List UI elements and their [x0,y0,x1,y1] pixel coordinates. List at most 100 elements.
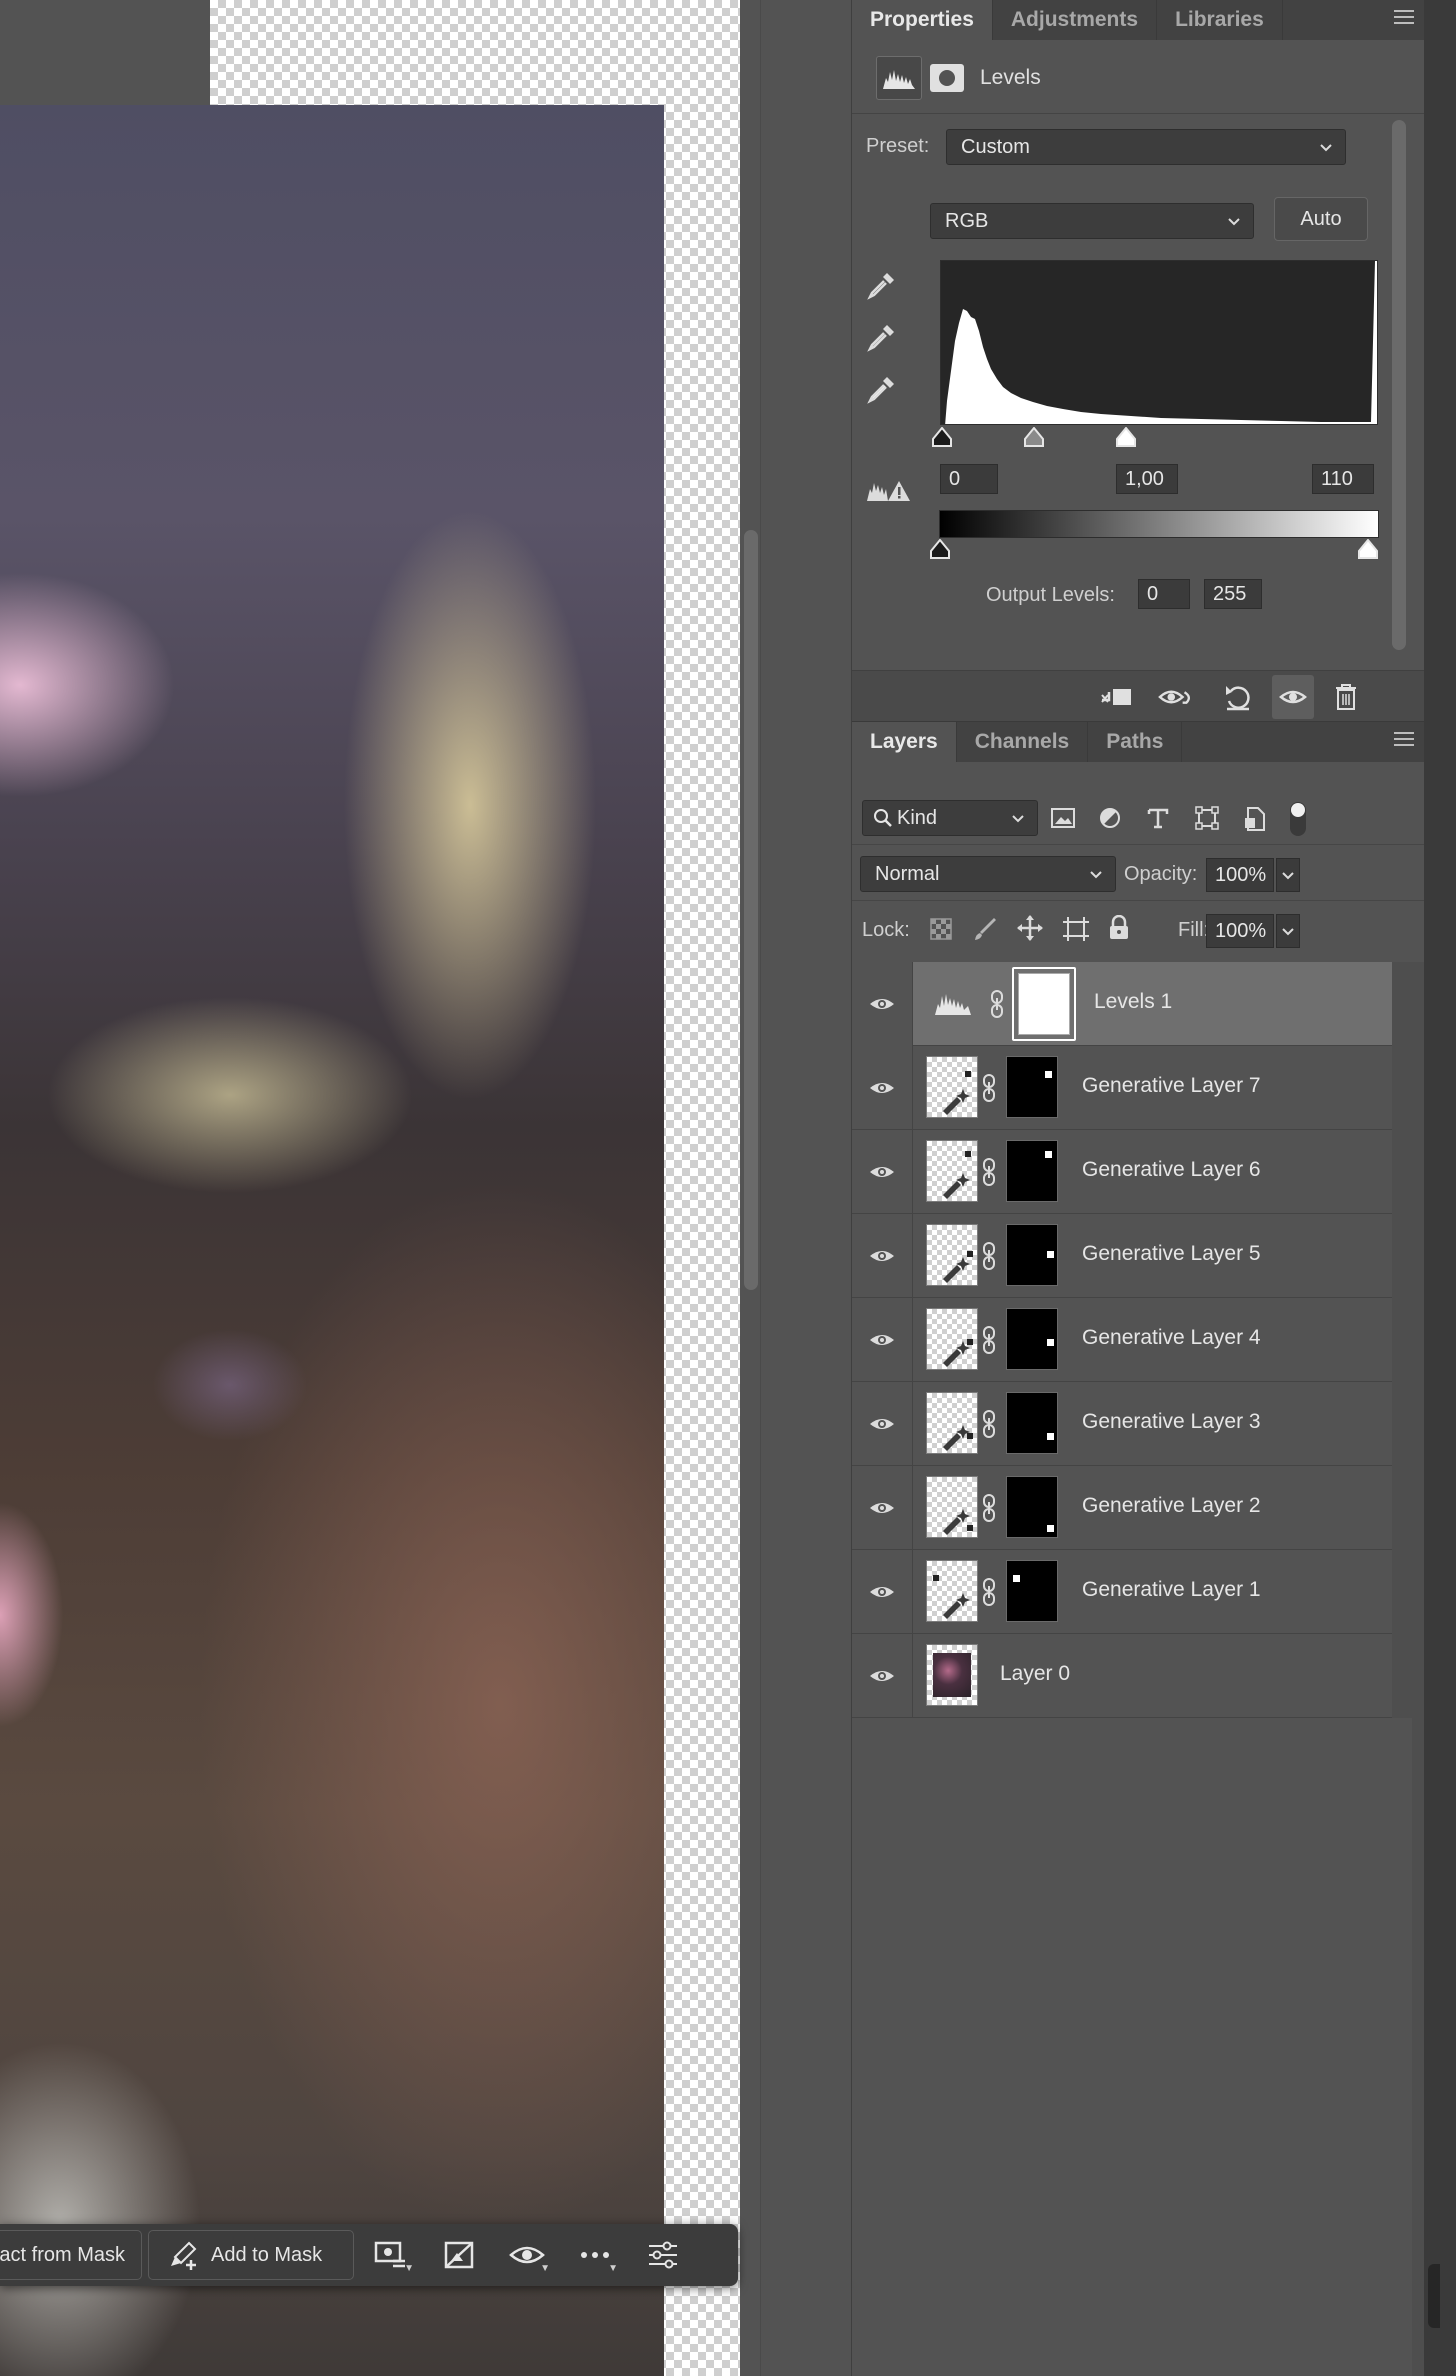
document-canvas[interactable] [0,0,760,2376]
layer-visibility-toggle[interactable] [852,1634,912,1718]
layer-row-generative-6[interactable]: Generative Layer 6 [852,1130,1392,1214]
gray-point-eyedropper-icon[interactable] [866,321,898,353]
layer-mask-thumbnail[interactable] [1006,1476,1058,1538]
layer-mask-thumbnail[interactable] [1006,1560,1058,1622]
layer-visibility-toggle[interactable] [852,1382,912,1466]
layer-row-generative-7[interactable]: Generative Layer 7 [852,1046,1392,1130]
layer-visibility-toggle[interactable] [852,1550,912,1634]
filter-pixel-layers-icon[interactable] [1050,806,1076,830]
layer-visibility-toggle[interactable] [852,1130,912,1214]
lock-position-icon[interactable] [1016,914,1044,942]
layer-row-layer-0[interactable]: Layer 0 [852,1634,1392,1718]
generative-layer-thumbnail[interactable] [926,1308,978,1370]
fill-dropdown-button[interactable] [1276,914,1300,948]
layer-visibility-toggle[interactable] [852,962,912,1046]
generative-layer-thumbnail[interactable] [926,1224,978,1286]
lock-artboard-icon[interactable] [1062,916,1090,942]
tab-adjustments[interactable]: Adjustments [993,0,1158,40]
levels-adjustment-icon[interactable] [876,56,922,100]
layers-menu-icon[interactable] [1394,732,1414,746]
fill-field[interactable]: 100% [1206,914,1274,948]
chain-link-icon[interactable] [982,1074,996,1102]
filter-toggle-switch[interactable] [1290,802,1306,836]
filter-shape-layers-icon[interactable] [1194,806,1220,830]
generative-layer-thumbnail[interactable] [926,1476,978,1538]
input-white-field[interactable]: 110 [1312,464,1374,494]
input-gamma-slider[interactable] [1023,427,1045,447]
add-to-mask-button[interactable]: Add to Mask [148,2230,354,2280]
chain-link-icon[interactable] [990,990,1004,1018]
layer-row-generative-5[interactable]: Generative Layer 5 [852,1214,1392,1298]
layer-row-generative-2[interactable]: Generative Layer 2 [852,1466,1392,1550]
tab-layers[interactable]: Layers [852,722,957,762]
layer-thumbnail[interactable] [926,1644,978,1706]
opacity-dropdown-button[interactable] [1276,858,1300,892]
input-white-slider[interactable] [1115,427,1137,447]
input-gamma-field[interactable]: 1,00 [1116,464,1178,494]
layer-mask-thumbnail[interactable] [1006,1056,1058,1118]
tab-libraries[interactable]: Libraries [1157,0,1283,40]
input-black-field[interactable]: 0 [940,464,998,494]
clipping-warning-icon[interactable] [866,475,912,503]
auto-button[interactable]: Auto [1274,197,1368,241]
blend-mode-dropdown[interactable]: Normal [860,856,1116,892]
filter-smart-objects-icon[interactable] [1242,806,1268,832]
reset-adjustment-button[interactable] [1220,679,1256,715]
generative-layer-thumbnail[interactable] [926,1056,978,1118]
properties-scrollbar-thumb[interactable] [1392,120,1406,650]
tab-properties[interactable]: Properties [852,0,993,40]
layer-filter-dropdown[interactable]: Kind [862,800,1038,836]
opacity-field[interactable]: 100% [1206,858,1274,892]
chain-link-icon[interactable] [982,1158,996,1186]
layer-mask-thumbnail[interactable] [1006,1308,1058,1370]
canvas-scrollbar-thumb[interactable] [744,530,758,1290]
chain-link-icon[interactable] [982,1242,996,1270]
output-white-slider[interactable] [1357,539,1379,559]
tab-paths[interactable]: Paths [1088,722,1183,762]
lock-all-icon[interactable] [1108,915,1130,941]
output-black-slider[interactable] [929,539,951,559]
more-options-button[interactable]: ▼ [564,2230,626,2280]
layer-row-generative-4[interactable]: Generative Layer 4 [852,1298,1392,1382]
layer-row-generative-3[interactable]: Generative Layer 3 [852,1382,1392,1466]
layer-visibility-toggle[interactable] [852,1466,912,1550]
bar-settings-button[interactable] [632,2230,694,2280]
tab-channels[interactable]: Channels [957,722,1089,762]
channel-dropdown[interactable]: RGB [930,203,1254,239]
view-previous-state-button[interactable] [1158,679,1194,715]
clip-to-layer-button[interactable] [1098,679,1134,715]
output-black-field[interactable]: 0 [1138,579,1190,609]
layer-visibility-toggle[interactable] [852,1214,912,1298]
layer-row-generative-1[interactable]: Generative Layer 1 [852,1550,1392,1634]
white-point-eyedropper-icon[interactable] [866,373,898,405]
layer-row-levels-1[interactable]: Levels 1 [852,962,1392,1046]
layer-mask-thumbnail[interactable] [1006,1140,1058,1202]
chain-link-icon[interactable] [982,1578,996,1606]
lock-image-pixels-icon[interactable] [972,916,998,942]
layer-mask-thumbnail[interactable] [1018,973,1070,1035]
subtract-from-mask-button[interactable]: Subtract from Mask [0,2230,142,2280]
output-white-field[interactable]: 255 [1204,579,1262,609]
chain-link-icon[interactable] [982,1494,996,1522]
generative-layer-thumbnail[interactable] [926,1140,978,1202]
generative-layer-thumbnail[interactable] [926,1392,978,1454]
panel-collapse-handle[interactable] [1428,2264,1440,2328]
layer-mask-thumbnail[interactable] [1006,1224,1058,1286]
mask-options-button[interactable]: ▼ [360,2230,422,2280]
toggle-layer-visibility-button[interactable] [1272,675,1314,719]
disable-mask-button[interactable] [428,2230,490,2280]
input-black-slider[interactable] [931,427,953,447]
preset-dropdown[interactable]: Custom [946,129,1346,165]
layer-visibility-toggle[interactable] [852,1046,912,1130]
black-point-eyedropper-icon[interactable] [866,269,898,301]
properties-menu-icon[interactable] [1394,10,1414,24]
chain-link-icon[interactable] [982,1410,996,1438]
layer-visibility-toggle[interactable] [852,1298,912,1382]
mask-visibility-button[interactable]: ▼ [496,2230,558,2280]
lock-transparent-pixels-icon[interactable] [930,918,952,940]
layer-mask-icon[interactable] [930,64,964,92]
filter-type-layers-icon[interactable] [1146,806,1170,830]
chain-link-icon[interactable] [982,1326,996,1354]
generative-layer-thumbnail[interactable] [926,1560,978,1622]
filter-adjustment-layers-icon[interactable] [1098,806,1122,830]
